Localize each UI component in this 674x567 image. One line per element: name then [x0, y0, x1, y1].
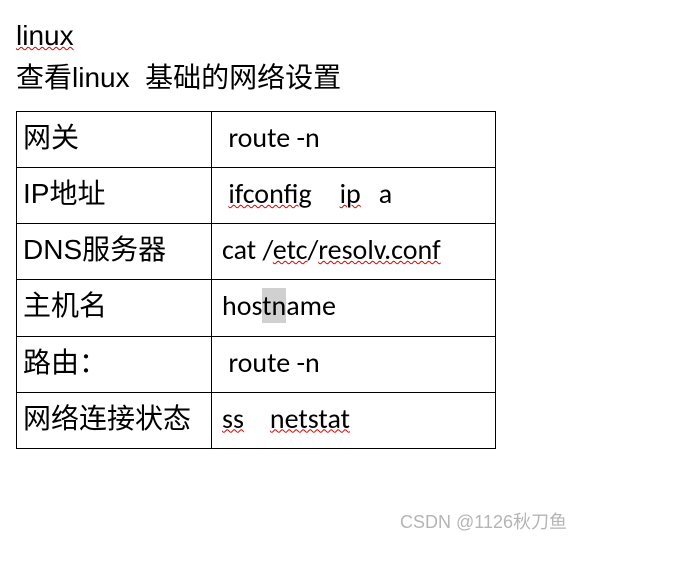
table-row: 网络连接状态 ss netstat — [17, 392, 496, 448]
label-gateway: 网关 — [17, 111, 212, 167]
cmd-text: ip — [340, 176, 361, 211]
title-text: linux — [16, 20, 74, 51]
cmd-text: netstat — [270, 401, 350, 436]
commands-table: 网关 route -n IP地址 ifconfig ipa DNS服务器 cat … — [16, 111, 496, 449]
table-row: DNS服务器 cat /etc/resolv.conf — [17, 224, 496, 280]
page-subtitle: 查看linux 基础的网络设置 — [16, 60, 658, 96]
value-gateway: route -n — [212, 111, 496, 167]
label-netstat: 网络连接状态 — [17, 392, 212, 448]
cmd-text: resolv.conf — [318, 232, 440, 267]
value-route: route -n — [212, 336, 496, 392]
value-netstat: ss netstat — [212, 392, 496, 448]
subtitle-part-c: 基础的网络设置 — [145, 62, 341, 93]
label-ip: IP地址 — [17, 167, 212, 223]
subtitle-part-a: 查看 — [16, 62, 72, 93]
subtitle-part-b: linux — [72, 62, 130, 93]
cmd-text: hos — [222, 288, 262, 323]
value-ip: ifconfig ipa — [212, 167, 496, 223]
label-route: 路由： — [17, 336, 212, 392]
value-dns: cat /etc/resolv.conf — [212, 224, 496, 280]
table-row: 路由： route -n — [17, 336, 496, 392]
cmd-text-highlight: tn — [262, 288, 286, 323]
cmd-text: route -n — [228, 120, 319, 155]
page-title: linux — [16, 18, 658, 54]
cmd-text: ame — [286, 288, 336, 323]
table-row: IP地址 ifconfig ipa — [17, 167, 496, 223]
table-row: 主机名 hostname — [17, 280, 496, 336]
cmd-text: etc — [273, 232, 308, 267]
label-dns: DNS服务器 — [17, 224, 212, 280]
cmd-text: ss — [222, 401, 244, 436]
cmd-text: ifconfig — [228, 176, 311, 211]
table-row: 网关 route -n — [17, 111, 496, 167]
cmd-text: a — [379, 176, 392, 211]
value-hostname: hostname — [212, 280, 496, 336]
cmd-text: cat / — [222, 232, 273, 267]
cmd-text: / — [307, 232, 318, 267]
watermark: CSDN @1126秋刀鱼 — [400, 508, 567, 534]
label-hostname: 主机名 — [17, 280, 212, 336]
cmd-text: route -n — [228, 345, 319, 380]
